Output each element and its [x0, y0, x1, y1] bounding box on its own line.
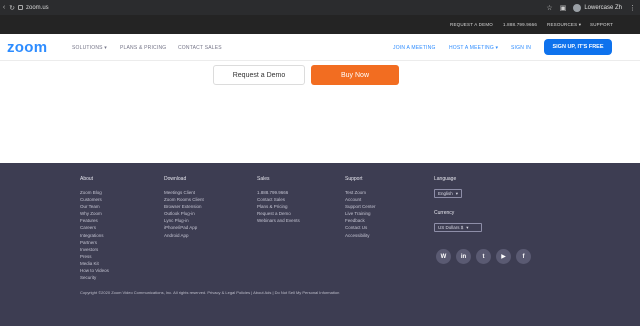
- footer-link[interactable]: Customers: [80, 196, 109, 203]
- sign-in-link[interactable]: SIGN IN: [511, 45, 531, 51]
- footer-link[interactable]: Webinars and Events: [257, 217, 300, 224]
- language-select[interactable]: English ▾: [434, 189, 462, 198]
- footer-heading: About: [80, 176, 94, 182]
- youtube-icon[interactable]: ▶: [496, 249, 511, 264]
- contact-sales-link[interactable]: CONTACT SALES: [178, 45, 222, 51]
- browser-toolbar: ‹ ↻ zoom.us ☆ ▣ Lowercase Zh ⋮: [0, 0, 640, 15]
- buy-now-button[interactable]: Buy Now: [311, 65, 399, 85]
- footer-link[interactable]: Android App: [164, 232, 204, 239]
- join-meeting-link[interactable]: JOIN A MEETING: [393, 45, 436, 51]
- footer-link[interactable]: Media Kit: [80, 260, 109, 267]
- footer-link[interactable]: Lync Plug-in: [164, 217, 204, 224]
- footer-heading: Download: [164, 176, 187, 182]
- footer-link[interactable]: Contact Us: [345, 224, 376, 231]
- page-root: ‹ ↻ zoom.us ☆ ▣ Lowercase Zh ⋮ REQUEST A…: [0, 0, 640, 326]
- phone-link[interactable]: 1.888.799.9666: [503, 22, 537, 27]
- footer-link[interactable]: How to Videos: [80, 267, 109, 274]
- request-demo-link[interactable]: REQUEST A DEMO: [450, 22, 493, 27]
- plans-pricing-link[interactable]: PLANS & PRICING: [120, 45, 166, 51]
- avatar: [573, 3, 582, 12]
- footer-link[interactable]: Integrations: [80, 232, 109, 239]
- currency-select[interactable]: US Dollars $ ▾: [434, 223, 482, 232]
- footer-link[interactable]: Meetings Client: [164, 189, 204, 196]
- footer-link[interactable]: Careers: [80, 224, 109, 231]
- request-demo-button[interactable]: Request a Demo: [213, 65, 305, 85]
- footer-link[interactable]: Investors: [80, 246, 109, 253]
- star-icon[interactable]: ☆: [546, 4, 552, 12]
- chevron-down-icon: ▾: [466, 224, 469, 230]
- footer-link[interactable]: Outlook Plug-in: [164, 210, 204, 217]
- footer-link[interactable]: Partners: [80, 239, 109, 246]
- footer-about-column: About Zoom Blog Customers Our Team Why Z…: [80, 176, 109, 281]
- profile-button[interactable]: Lowercase Zh: [573, 3, 622, 12]
- footer-link[interactable]: Contact Sales: [257, 196, 300, 203]
- social-links: W in t ▶ f: [436, 249, 531, 264]
- footer-link[interactable]: Test Zoom: [345, 189, 376, 196]
- footer-link[interactable]: Features: [80, 217, 109, 224]
- footer-link[interactable]: Why Zoom: [80, 210, 109, 217]
- facebook-icon[interactable]: f: [516, 249, 531, 264]
- footer-link[interactable]: Browser Extension: [164, 203, 204, 210]
- copyright-text: Copyright ©2020 Zoom Video Communication…: [80, 290, 340, 295]
- host-meeting-menu[interactable]: HOST A MEETING ▾: [449, 45, 498, 51]
- footer-heading: Support: [345, 176, 363, 182]
- menu-dots-icon[interactable]: ⋮: [629, 4, 636, 12]
- solutions-menu[interactable]: SOLUTIONS ▾: [72, 45, 107, 51]
- language-heading: Language: [434, 176, 457, 182]
- linkedin-icon[interactable]: in: [456, 249, 471, 264]
- footer-link[interactable]: Account: [345, 196, 376, 203]
- footer-link[interactable]: Live Training: [345, 210, 376, 217]
- support-link[interactable]: SUPPORT: [590, 22, 613, 27]
- utility-bar: REQUEST A DEMO 1.888.799.9666 RESOURCES …: [0, 15, 640, 34]
- profile-name: Lowercase Zh: [584, 4, 622, 11]
- footer-link[interactable]: 1.888.799.9666: [257, 189, 300, 196]
- language-value: English: [438, 191, 453, 196]
- currency-value: US Dollars $: [438, 225, 464, 230]
- footer-link[interactable]: Plans & Pricing: [257, 203, 300, 210]
- footer-download-column: Download Meetings Client Zoom Rooms Clie…: [164, 176, 204, 239]
- chevron-down-icon: ▾: [455, 190, 459, 196]
- resources-menu[interactable]: RESOURCES ▾: [547, 22, 581, 28]
- back-arrow-icon[interactable]: ‹: [0, 4, 8, 11]
- footer-link[interactable]: Request a Demo: [257, 210, 300, 217]
- zoom-logo[interactable]: zoom: [7, 39, 47, 56]
- footer-link[interactable]: Accessibility: [345, 232, 376, 239]
- footer-link[interactable]: Support Center: [345, 203, 376, 210]
- footer-link[interactable]: Feedback: [345, 217, 376, 224]
- footer-heading: Sales: [257, 176, 270, 182]
- footer-link[interactable]: iPhone/iPad App: [164, 224, 204, 231]
- footer-link[interactable]: Zoom Blog: [80, 189, 109, 196]
- address-bar[interactable]: zoom.us: [18, 5, 49, 11]
- footer-link[interactable]: Press: [80, 253, 109, 260]
- extension-icon[interactable]: ▣: [560, 4, 567, 12]
- footer-link[interactable]: Our Team: [80, 203, 109, 210]
- footer-link[interactable]: Security: [80, 274, 109, 281]
- reload-icon[interactable]: ↻: [8, 4, 16, 12]
- wordpress-icon[interactable]: W: [436, 249, 451, 264]
- currency-heading: Currency: [434, 210, 455, 216]
- browser-actions: ☆ ▣ Lowercase Zh ⋮: [546, 0, 636, 15]
- footer-language-column: Language English ▾ Currency US Dollars $…: [434, 176, 482, 232]
- footer-link[interactable]: Zoom Rooms Client: [164, 196, 204, 203]
- footer-support-column: Support Test Zoom Account Support Center…: [345, 176, 376, 239]
- signup-button[interactable]: SIGN UP, IT'S FREE: [544, 39, 612, 55]
- twitter-icon[interactable]: t: [476, 249, 491, 264]
- lock-icon: [18, 5, 23, 10]
- footer-sales-column: Sales 1.888.799.9666 Contact Sales Plans…: [257, 176, 300, 224]
- url-text[interactable]: zoom.us: [26, 5, 49, 11]
